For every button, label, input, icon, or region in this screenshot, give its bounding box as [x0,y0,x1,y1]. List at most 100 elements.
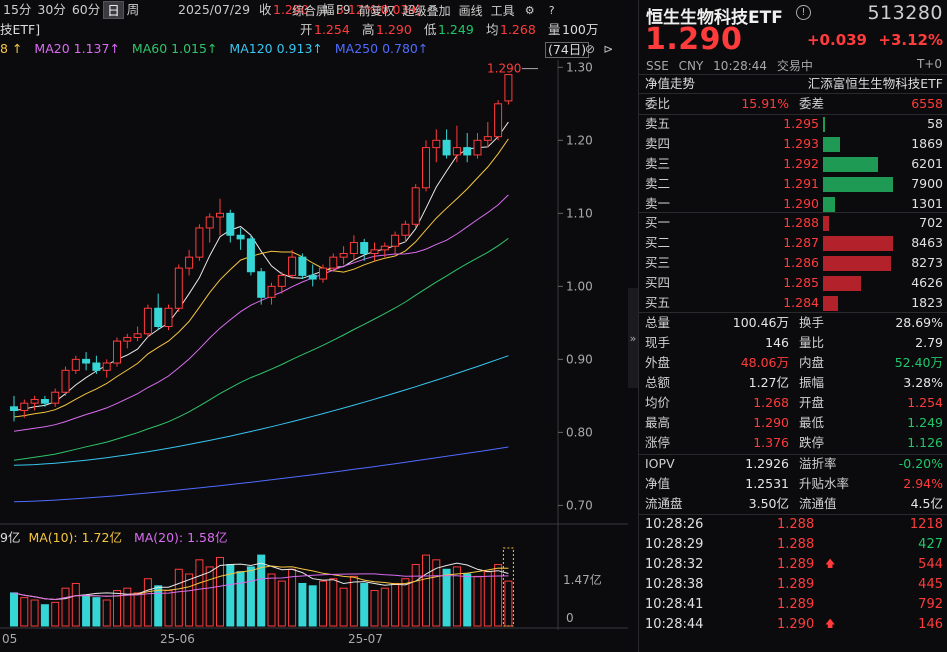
level-volume: 8273 [911,255,943,270]
stat-label: 换手 [799,315,825,330]
level-price: 1.288 [783,215,819,230]
menu-draw[interactable]: 画线 [459,2,483,19]
candle-body [422,147,430,189]
settings-icon[interactable]: ⚙ [523,3,537,17]
bid-level[interactable]: 买一 1.288 702 [639,213,947,233]
help-icon[interactable]: ? [545,3,559,17]
open-value: 1.254 [314,22,350,37]
collapse-icon[interactable]: ⊳ [603,42,613,56]
stat-value: 2.94% [903,476,943,491]
high-value: 1.290 [376,22,412,37]
bid-level[interactable]: 买三 1.286 8273 [639,253,947,273]
menu-overlay[interactable]: 超级叠加 [403,2,451,19]
tick-volume: 1218 [909,517,943,532]
low-value: 1.249 [438,22,474,37]
price-tick-label: 1.20 [566,133,593,147]
ma-legend-item: MA60 1.015↑ [132,41,218,59]
panel-collapse-handle[interactable]: » [628,288,638,388]
level-label: 买五 [645,295,671,310]
fund-full-name: 汇添富恒生生物科技ETF [807,76,943,91]
tick-row: 10:28:32 1.289 🡅 544 [639,555,947,575]
hide-icon[interactable]: ⊘ [585,42,595,56]
volume-bar [216,556,224,627]
stat-row: 总额 1.27亿 振幅 3.28% [639,373,947,393]
volume-legend: 9亿 MA(10): 1.72亿 MA(20): 1.58亿 [0,527,227,546]
bid-level[interactable]: 买五 1.284 1823 [639,293,947,313]
level-volume-bar [823,236,893,251]
stat-label: 跌停 [799,435,825,450]
candle-body [20,402,29,411]
period-60m[interactable]: 60分 [69,1,103,19]
stat-value: 1.376 [753,435,789,450]
vol-ma10-label: MA(10): 1.72亿 [28,530,122,545]
ask-level[interactable]: 卖一 1.290 1301 [639,194,947,214]
info-icon[interactable]: ! [796,5,811,20]
level-price: 1.291 [783,176,819,191]
period-week[interactable]: 周 [124,1,143,19]
candle-body [185,256,194,269]
level-label: 卖三 [645,156,671,171]
level-price: 1.285 [783,275,819,290]
bid-level[interactable]: 买二 1.287 8463 [639,233,947,253]
stat-label: 总量 [645,315,671,330]
volume-bar [236,571,245,627]
bid-level[interactable]: 买四 1.285 4626 [639,273,947,293]
price-tick-label: 1.10 [566,206,593,220]
volume-bar [154,585,163,627]
volume-bar [267,573,276,627]
tick-volume: 146 [918,617,943,632]
avg-value: 1.268 [500,22,536,37]
level-volume: 58 [927,116,943,131]
tab-nav-trend[interactable]: 净值走势 [645,75,695,93]
period-day[interactable]: 日 [103,1,124,19]
stat-value: 52.40万 [894,355,943,370]
candle-body [92,362,101,371]
stat-label: 均价 [645,395,671,410]
stat-label: 振幅 [799,375,825,390]
ma-legend: 8 ↑ MA20 1.137↑ MA60 1.015↑ MA120 0.913↑ MA2… [0,41,428,59]
volume-tick-label: 1.47亿 [563,572,602,587]
stat-value: 100.46万 [732,315,789,330]
menu-comprehensive[interactable]: 综合屏 [292,2,328,19]
x-axis-dates: 05 25-06 25-07 [0,630,560,650]
stat-value: 1.254 [907,395,943,410]
ask-level[interactable]: 卖五 1.295 58 [639,114,947,134]
volume-bar [40,604,49,627]
high-label: 高 [362,22,375,37]
stat-row: 现手 146 量比 2.79 [639,333,947,353]
period-30m[interactable]: 30分 [34,1,68,19]
menu-adjust[interactable]: 前复权 [359,2,395,19]
candle-body [339,252,348,258]
level-price: 1.292 [783,156,819,171]
ma-value: 0.913↑ [276,41,323,56]
candle-body [298,256,307,276]
ma-legend-item: MA20 1.137↑ [34,41,120,59]
tick-row: 10:28:41 1.289 792 [639,595,947,615]
menu-f9[interactable]: F9 [336,3,351,17]
toolbar-right: 综合屏 F9 前复权 超级叠加 画线 工具 ⚙ ? [292,0,559,20]
market-meta: SSE CNY 10:28:44 交易中 T+0 [646,57,946,74]
ask-level[interactable]: 卖三 1.292 6201 [639,154,947,174]
ohlc-line: 技ETF] 开 1.254 高 1.290 低 1.249 均 1.268 量 … [0,20,630,40]
stat-row: 流通盘 3.50亿 流通值 4.5亿 [639,494,947,514]
candle-body [452,147,461,156]
volume-bar [308,585,317,627]
tick-price: 1.289 [777,577,815,592]
day-count[interactable]: (74日) [545,42,590,58]
stat-value: 4.5亿 [910,496,943,511]
volume-bar [319,580,327,627]
moving-average-line [13,194,509,432]
period-15m[interactable]: 15分 [0,1,34,19]
volume-bar [61,587,70,627]
stat-value: 3.28% [903,375,943,390]
ma-label: 8 [0,41,8,56]
chart-icons: ⊘ ⊳ [585,42,613,56]
volume-bar [71,582,80,627]
volume-bar [164,590,173,627]
ask-level[interactable]: 卖四 1.293 1869 [639,134,947,154]
volume-bar [504,580,513,627]
level-price: 1.284 [783,295,819,310]
ask-level[interactable]: 卖二 1.291 7900 [639,174,947,194]
volume-bar [422,554,430,627]
menu-tools[interactable]: 工具 [491,2,515,19]
